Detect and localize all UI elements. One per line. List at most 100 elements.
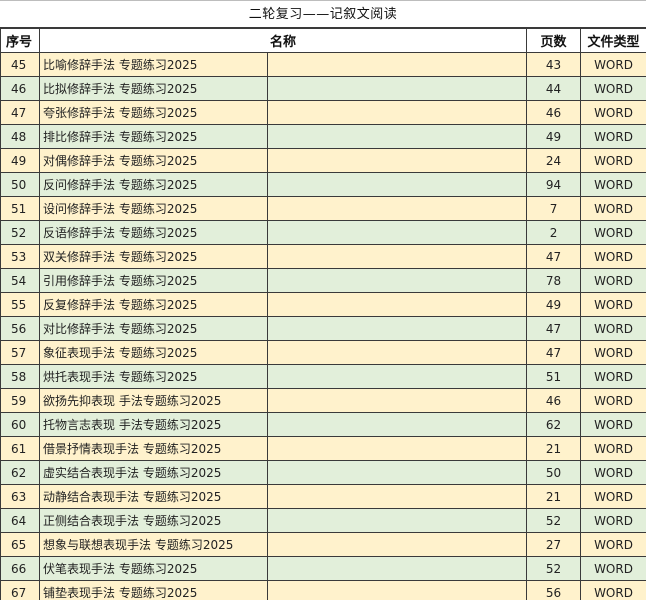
cell-blank[interactable] <box>266 580 528 600</box>
cell-type[interactable]: WORD <box>580 316 646 341</box>
cell-blank[interactable] <box>266 484 528 509</box>
cell-type[interactable]: WORD <box>580 292 646 317</box>
cell-blank[interactable] <box>266 340 528 365</box>
cell-seq[interactable]: 57 <box>0 340 40 365</box>
cell-type[interactable]: WORD <box>580 580 646 600</box>
cell-name[interactable]: 反语修辞手法 专题练习2025 <box>39 220 268 245</box>
cell-name[interactable]: 动静结合表现手法 专题练习2025 <box>39 484 268 509</box>
cell-type[interactable]: WORD <box>580 484 646 509</box>
cell-type[interactable]: WORD <box>580 460 646 485</box>
cell-pages[interactable]: 52 <box>526 508 582 533</box>
table-row[interactable]: 52 反语修辞手法 专题练习2025 2 WORD <box>0 220 646 245</box>
table-row[interactable]: 56 对比修辞手法 专题练习2025 47 WORD <box>0 316 646 341</box>
cell-seq[interactable]: 67 <box>0 580 40 600</box>
cell-pages[interactable]: 47 <box>526 244 582 269</box>
cell-type[interactable]: WORD <box>580 388 646 413</box>
cell-seq[interactable]: 60 <box>0 412 40 437</box>
cell-blank[interactable] <box>266 388 528 413</box>
cell-seq[interactable]: 58 <box>0 364 40 389</box>
cell-seq[interactable]: 54 <box>0 268 40 293</box>
table-row[interactable]: 64 正侧结合表现手法 专题练习2025 52 WORD <box>0 508 646 533</box>
cell-pages[interactable]: 27 <box>526 532 582 557</box>
cell-seq[interactable]: 66 <box>0 556 40 581</box>
cell-name[interactable]: 反问修辞手法 专题练习2025 <box>39 172 268 197</box>
cell-name[interactable]: 托物言志表现 手法专题练习2025 <box>39 412 268 437</box>
cell-blank[interactable] <box>266 364 528 389</box>
cell-name[interactable]: 比拟修辞手法 专题练习2025 <box>39 76 268 101</box>
cell-seq[interactable]: 48 <box>0 124 40 149</box>
cell-name[interactable]: 虚实结合表现手法 专题练习2025 <box>39 460 268 485</box>
cell-blank[interactable] <box>266 124 528 149</box>
cell-blank[interactable] <box>266 556 528 581</box>
cell-type[interactable]: WORD <box>580 76 646 101</box>
cell-type[interactable]: WORD <box>580 52 646 77</box>
cell-type[interactable]: WORD <box>580 148 646 173</box>
table-row[interactable]: 54 引用修辞手法 专题练习2025 78 WORD <box>0 268 646 293</box>
table-row[interactable]: 65 想象与联想表现手法 专题练习2025 27 WORD <box>0 532 646 557</box>
cell-seq[interactable]: 46 <box>0 76 40 101</box>
cell-seq[interactable]: 55 <box>0 292 40 317</box>
cell-blank[interactable] <box>266 316 528 341</box>
cell-name[interactable]: 想象与联想表现手法 专题练习2025 <box>39 532 268 557</box>
cell-seq[interactable]: 47 <box>0 100 40 125</box>
cell-blank[interactable] <box>266 148 528 173</box>
cell-name[interactable]: 比喻修辞手法 专题练习2025 <box>39 52 268 77</box>
cell-seq[interactable]: 45 <box>0 52 40 77</box>
cell-blank[interactable] <box>266 220 528 245</box>
cell-pages[interactable]: 49 <box>526 124 582 149</box>
cell-name[interactable]: 烘托表现手法 专题练习2025 <box>39 364 268 389</box>
cell-blank[interactable] <box>266 268 528 293</box>
cell-type[interactable]: WORD <box>580 220 646 245</box>
cell-pages[interactable]: 7 <box>526 196 582 221</box>
cell-pages[interactable]: 47 <box>526 316 582 341</box>
cell-seq[interactable]: 61 <box>0 436 40 461</box>
cell-seq[interactable]: 52 <box>0 220 40 245</box>
cell-type[interactable]: WORD <box>580 412 646 437</box>
cell-name[interactable]: 双关修辞手法 专题练习2025 <box>39 244 268 269</box>
table-row[interactable]: 50 反问修辞手法 专题练习2025 94 WORD <box>0 172 646 197</box>
cell-pages[interactable]: 62 <box>526 412 582 437</box>
table-row[interactable]: 47 夸张修辞手法 专题练习2025 46 WORD <box>0 100 646 125</box>
cell-name[interactable]: 对偶修辞手法 专题练习2025 <box>39 148 268 173</box>
cell-type[interactable]: WORD <box>580 196 646 221</box>
cell-blank[interactable] <box>266 196 528 221</box>
cell-seq[interactable]: 63 <box>0 484 40 509</box>
cell-pages[interactable]: 43 <box>526 52 582 77</box>
cell-pages[interactable]: 46 <box>526 388 582 413</box>
cell-seq[interactable]: 56 <box>0 316 40 341</box>
cell-pages[interactable]: 51 <box>526 364 582 389</box>
cell-seq[interactable]: 51 <box>0 196 40 221</box>
table-row[interactable]: 45 比喻修辞手法 专题练习2025 43 WORD <box>0 52 646 77</box>
cell-type[interactable]: WORD <box>580 532 646 557</box>
cell-blank[interactable] <box>266 172 528 197</box>
cell-pages[interactable]: 56 <box>526 580 582 600</box>
cell-blank[interactable] <box>266 508 528 533</box>
cell-name[interactable]: 象征表现手法 专题练习2025 <box>39 340 268 365</box>
cell-type[interactable]: WORD <box>580 100 646 125</box>
cell-pages[interactable]: 47 <box>526 340 582 365</box>
cell-pages[interactable]: 49 <box>526 292 582 317</box>
table-row[interactable]: 48 排比修辞手法 专题练习2025 49 WORD <box>0 124 646 149</box>
table-row[interactable]: 61 借景抒情表现手法 专题练习2025 21 WORD <box>0 436 646 461</box>
cell-name[interactable]: 正侧结合表现手法 专题练习2025 <box>39 508 268 533</box>
cell-pages[interactable]: 21 <box>526 484 582 509</box>
cell-name[interactable]: 引用修辞手法 专题练习2025 <box>39 268 268 293</box>
cell-blank[interactable] <box>266 436 528 461</box>
table-row[interactable]: 67 铺垫表现手法 专题练习2025 56 WORD <box>0 580 646 600</box>
cell-blank[interactable] <box>266 244 528 269</box>
cell-pages[interactable]: 50 <box>526 460 582 485</box>
table-row[interactable]: 51 设问修辞手法 专题练习2025 7 WORD <box>0 196 646 221</box>
table-row[interactable]: 46 比拟修辞手法 专题练习2025 44 WORD <box>0 76 646 101</box>
cell-blank[interactable] <box>266 412 528 437</box>
table-row[interactable]: 59 欲扬先抑表现 手法专题练习2025 46 WORD <box>0 388 646 413</box>
cell-seq[interactable]: 49 <box>0 148 40 173</box>
table-row[interactable]: 55 反复修辞手法 专题练习2025 49 WORD <box>0 292 646 317</box>
cell-blank[interactable] <box>266 52 528 77</box>
cell-type[interactable]: WORD <box>580 244 646 269</box>
cell-type[interactable]: WORD <box>580 268 646 293</box>
table-row[interactable]: 58 烘托表现手法 专题练习2025 51 WORD <box>0 364 646 389</box>
table-row[interactable]: 57 象征表现手法 专题练习2025 47 WORD <box>0 340 646 365</box>
cell-blank[interactable] <box>266 76 528 101</box>
cell-name[interactable]: 夸张修辞手法 专题练习2025 <box>39 100 268 125</box>
table-row[interactable]: 66 伏笔表现手法 专题练习2025 52 WORD <box>0 556 646 581</box>
